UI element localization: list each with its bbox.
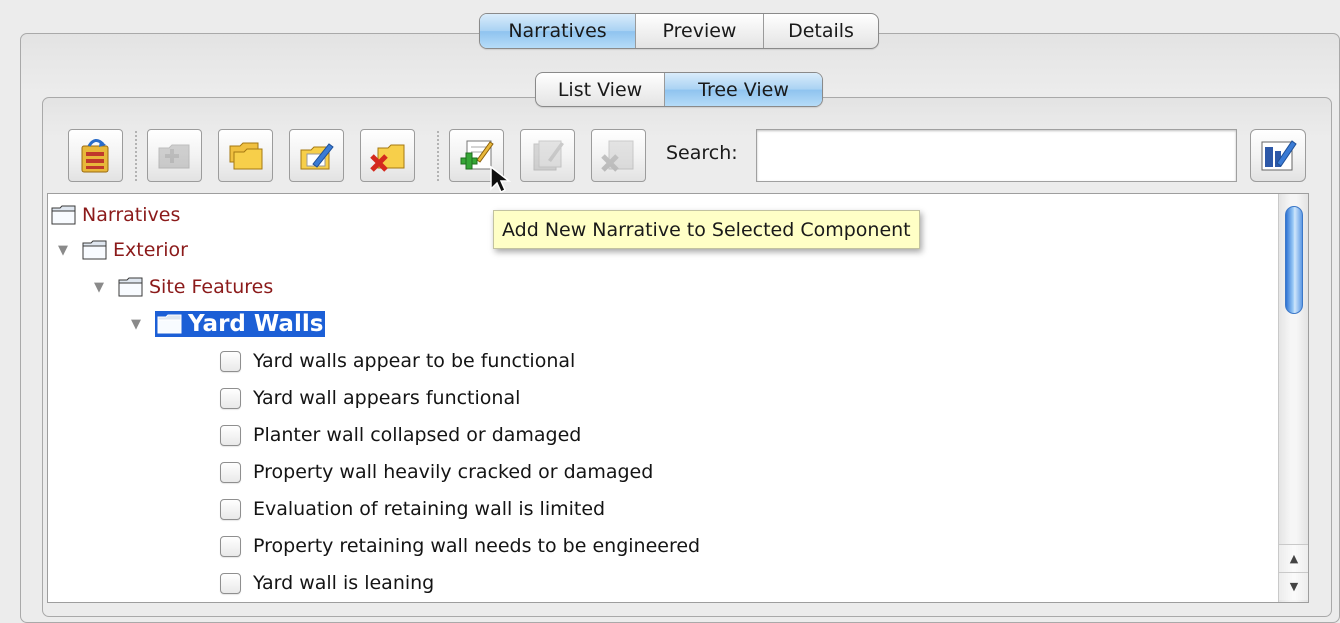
narrative-checkbox[interactable]	[220, 387, 241, 409]
scroll-up-arrow-icon[interactable]: ▲	[1279, 544, 1308, 572]
folder-edit-icon	[300, 142, 334, 169]
folder-add-icon	[158, 144, 189, 168]
folder-icon	[51, 205, 76, 225]
view-tabs: List View Tree View	[535, 72, 823, 107]
narrative-label: Planter wall collapsed or damaged	[253, 424, 582, 446]
narrative-checkbox[interactable]	[220, 535, 241, 557]
narrative-checkbox[interactable]	[220, 424, 241, 446]
tree-node-label: Exterior	[113, 239, 188, 261]
narrative-label: Yard walls appear to be functional	[253, 350, 576, 372]
edit-folder-button[interactable]	[289, 129, 344, 182]
list-item[interactable]: Planter wall collapsed or damaged	[220, 419, 581, 451]
scroll-down-arrow-icon[interactable]: ▼	[1279, 572, 1308, 600]
list-item[interactable]: Yard wall is leaning	[220, 567, 434, 599]
narrative-tools-icon	[1261, 139, 1297, 170]
list-item[interactable]: Yard walls appear to be functional	[220, 345, 575, 377]
narrative-checkbox[interactable]	[220, 350, 241, 372]
toolbar-separator	[135, 131, 137, 181]
narrative-tools-button[interactable]	[1250, 129, 1306, 182]
tab-narratives[interactable]: Narratives	[480, 14, 636, 48]
narrative-checkbox[interactable]	[220, 572, 241, 594]
delete-narrative-icon	[600, 140, 633, 172]
reorder-component-icon	[81, 138, 108, 172]
tooltip: Add New Narrative to Selected Component	[493, 210, 920, 249]
tree-node-label: Narratives	[82, 204, 181, 226]
edit-narrative-icon	[533, 140, 564, 170]
tree-node-exterior[interactable]: ▼ Exterior	[56, 234, 188, 266]
disclosure-triangle-icon[interactable]: ▼	[56, 243, 70, 258]
narrative-label: Evaluation of retaining wall is limited	[253, 498, 606, 520]
add-folder-button[interactable]	[147, 129, 202, 182]
folders-icon	[229, 142, 262, 169]
toolbar-separator	[437, 131, 439, 181]
narratives-tree: Narratives ▼ Exterior ▼ Site Features ▼ …	[47, 193, 1309, 603]
main-tabs: Narratives Preview Details	[479, 13, 879, 49]
folder-icon	[157, 314, 182, 334]
tree-node-narratives[interactable]: Narratives	[51, 199, 180, 231]
narrative-checkbox[interactable]	[220, 498, 241, 520]
delete-narrative-button[interactable]	[591, 129, 646, 182]
folder-icon	[118, 277, 143, 297]
vertical-scrollbar[interactable]: ▲ ▼	[1278, 194, 1308, 602]
tree-node-selected: Yard Walls	[155, 311, 326, 337]
narrative-checkbox[interactable]	[220, 461, 241, 483]
narrative-label: Yard wall appears functional	[253, 387, 521, 409]
tab-tree-view[interactable]: Tree View	[665, 73, 822, 106]
disclosure-triangle-icon[interactable]: ▼	[92, 280, 106, 295]
narrative-label: Property wall heavily cracked or damaged	[253, 461, 654, 483]
mouse-cursor-icon	[490, 165, 512, 194]
tab-preview[interactable]: Preview	[636, 14, 764, 48]
list-item[interactable]: Yard wall appears functional	[220, 382, 520, 414]
list-item[interactable]: Property wall heavily cracked or damaged	[220, 456, 653, 488]
edit-narrative-button[interactable]	[520, 129, 575, 182]
tree-node-label: Yard Walls	[188, 311, 324, 337]
disclosure-triangle-icon[interactable]: ▼	[129, 317, 143, 332]
folder-delete-icon	[369, 144, 404, 172]
tab-details[interactable]: Details	[764, 14, 878, 48]
list-item[interactable]: Evaluation of retaining wall is limited	[220, 493, 605, 525]
delete-folder-button[interactable]	[360, 129, 415, 182]
tree-node-yard-walls[interactable]: ▼ Yard Walls	[129, 308, 326, 340]
narrative-label: Property retaining wall needs to be engi…	[253, 535, 701, 557]
reorder-component-button[interactable]	[68, 129, 123, 182]
search-input[interactable]	[756, 129, 1237, 182]
narrative-label: Yard wall is leaning	[253, 572, 435, 594]
tab-list-view[interactable]: List View	[536, 73, 665, 106]
search-label: Search:	[666, 142, 738, 164]
folder-icon	[82, 240, 107, 260]
list-item[interactable]: Property retaining wall needs to be engi…	[220, 530, 700, 562]
tree-node-site-features[interactable]: ▼ Site Features	[92, 271, 273, 303]
open-folders-button[interactable]	[218, 129, 273, 182]
scrollbar-thumb[interactable]	[1285, 206, 1303, 314]
tree-node-label: Site Features	[149, 276, 274, 298]
